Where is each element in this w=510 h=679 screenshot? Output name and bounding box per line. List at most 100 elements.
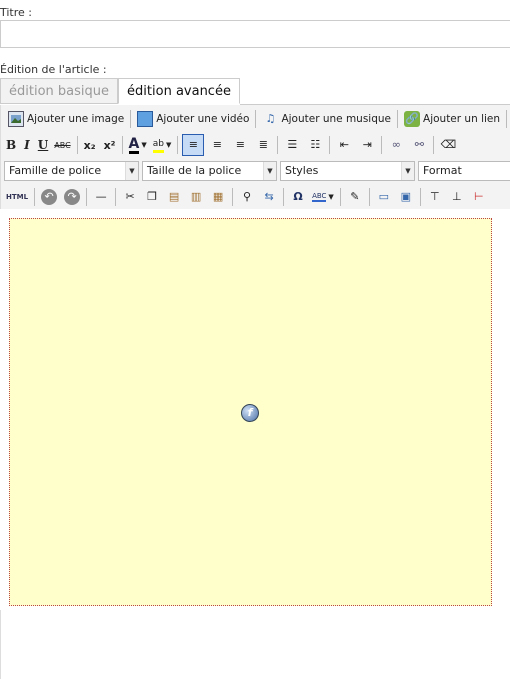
add-music-label: Ajouter une musique [281, 113, 392, 125]
find-button[interactable]: ⚲ [237, 186, 257, 208]
underline-button[interactable]: U [36, 134, 50, 156]
highlight-color-button[interactable]: ab ▼ [151, 134, 174, 156]
edition-label: Édition de l'article : [0, 63, 107, 76]
tab-basic-edit[interactable]: édition basique [0, 78, 118, 104]
align-justify-button[interactable]: ≣ [253, 134, 273, 156]
bullet-list-icon: ☰ [287, 138, 298, 151]
chevron-down-icon: ▼ [125, 162, 138, 180]
copy-icon: ❐ [147, 190, 157, 203]
format-select[interactable]: Format [418, 161, 510, 181]
absolute-position-button[interactable]: ▣ [396, 186, 416, 208]
paste-word-button[interactable]: ▦ [208, 186, 228, 208]
paste-button[interactable]: ▤ [164, 186, 184, 208]
insert-row-after-button[interactable]: ⊥ [447, 186, 467, 208]
toolbar-separator [283, 188, 285, 206]
replace-icon: ⇆ [264, 190, 274, 203]
copy-button[interactable]: ❐ [142, 186, 162, 208]
paste-text-icon: ▥ [190, 190, 202, 203]
add-image-button[interactable]: Ajouter une image [6, 108, 126, 130]
indent-button[interactable]: ⇥ [357, 134, 377, 156]
align-left-button[interactable]: ≡ [182, 134, 205, 156]
align-right-icon: ≡ [235, 138, 245, 151]
toolbar-separator [177, 136, 179, 154]
align-left-icon: ≡ [188, 138, 198, 151]
insert-layer-button[interactable]: ▭ [374, 186, 394, 208]
chevron-down-icon: ▼ [141, 141, 147, 149]
title-input[interactable] [0, 20, 510, 48]
spellcheck-button[interactable]: ABC ▼ [310, 186, 336, 208]
subscript-button[interactable]: x₂ [82, 134, 98, 156]
text-color-button[interactable]: A ▼ [127, 134, 149, 156]
toolbar-separator [277, 136, 279, 154]
html-source-button[interactable]: HTML [4, 186, 30, 208]
omega-icon: Ω [293, 190, 303, 203]
chain-link-icon: ∞ [391, 138, 401, 151]
bold-button[interactable]: B [4, 134, 18, 156]
unlink-icon: ⚯ [414, 138, 424, 151]
add-music-button[interactable]: ♫ Ajouter une musique [260, 108, 393, 130]
italic-button[interactable]: I [22, 134, 32, 156]
scissors-icon: ✂ [125, 190, 135, 203]
toolbar-separator [329, 136, 331, 154]
video-icon [137, 111, 154, 127]
align-center-button[interactable]: ≡ [207, 134, 227, 156]
add-link-button[interactable]: 🔗 Ajouter un lien [402, 108, 502, 130]
font-size-select[interactable]: Taille de la police ▼ [142, 161, 277, 181]
flash-object-icon[interactable]: f [241, 404, 259, 422]
toolbar-separator [115, 188, 117, 206]
strikethrough-button[interactable]: ABC [52, 134, 72, 156]
insert-link-button[interactable]: ∞ [386, 134, 406, 156]
toolbar-separator [34, 188, 36, 206]
link-icon: 🔗 [404, 111, 421, 127]
replace-button[interactable]: ⇆ [259, 186, 279, 208]
chevron-down-icon: ▼ [165, 141, 172, 149]
toolbar-separator [232, 188, 234, 206]
insert-row-before-button[interactable]: ⊤ [425, 186, 445, 208]
toolbar-separator [339, 188, 341, 206]
table-row-after-icon: ⊥ [452, 190, 462, 203]
toolbar-separator [506, 110, 508, 128]
unlink-button[interactable]: ⚯ [409, 134, 429, 156]
toolbar-separator [121, 136, 123, 154]
toolbar-separator [76, 136, 78, 154]
undo-button[interactable]: ↶ [39, 186, 59, 208]
chevron-down-icon: ▼ [328, 193, 334, 201]
font-family-select[interactable]: Famille de police ▼ [4, 161, 139, 181]
tab-advanced-edit[interactable]: édition avancée [118, 78, 240, 104]
add-video-label: Ajouter une vidéo [156, 113, 250, 125]
page-border [0, 610, 1, 679]
align-justify-icon: ≣ [258, 138, 268, 151]
toolbar-separator [86, 188, 88, 206]
editor-tabs: édition basique édition avancée [0, 78, 510, 105]
indent-icon: ⇥ [362, 138, 372, 151]
paste-text-button[interactable]: ▥ [186, 186, 206, 208]
horizontal-rule-button[interactable]: — [91, 186, 111, 208]
toolbar-separator [381, 136, 383, 154]
add-link-label: Ajouter un lien [423, 113, 501, 125]
align-right-button[interactable]: ≡ [230, 134, 250, 156]
eraser-button[interactable]: ⌫ [438, 134, 458, 156]
toolbar-separator [419, 188, 421, 206]
cut-button[interactable]: ✂ [120, 186, 140, 208]
chevron-down-icon: ▼ [401, 162, 414, 180]
delete-row-button[interactable]: ⊢ [469, 186, 489, 208]
toolbar-separator [255, 110, 257, 128]
outdent-button[interactable]: ⇤ [334, 134, 354, 156]
undo-icon: ↶ [41, 189, 58, 205]
bullet-list-button[interactable]: ☰ [282, 134, 302, 156]
toolbar-separator [433, 136, 435, 154]
add-video-button[interactable]: Ajouter une vidéo [135, 108, 251, 130]
layer-icon: ▭ [378, 190, 390, 203]
toolbar-row-media: Ajouter une image Ajouter une vidéo ♫ Aj… [6, 108, 510, 130]
special-char-button[interactable]: Ω [288, 186, 308, 208]
toolbar-separator [368, 188, 370, 206]
numbered-list-button[interactable]: ☷ [305, 134, 325, 156]
toolbar-row-tools: HTML ↶ ↷ — ✂ ❐ ▤ ▥ ▦ ⚲ ⇆ Ω ABC ▼ ✎ ▭ ▣ ⊤ … [4, 186, 489, 208]
align-center-icon: ≡ [212, 138, 222, 151]
table-row-before-icon: ⊤ [430, 190, 440, 203]
redo-button[interactable]: ↷ [62, 186, 82, 208]
edit-css-button[interactable]: ✎ [345, 186, 365, 208]
superscript-button[interactable]: x² [102, 134, 118, 156]
binoculars-icon: ⚲ [243, 190, 252, 203]
styles-select[interactable]: Styles ▼ [280, 161, 415, 181]
